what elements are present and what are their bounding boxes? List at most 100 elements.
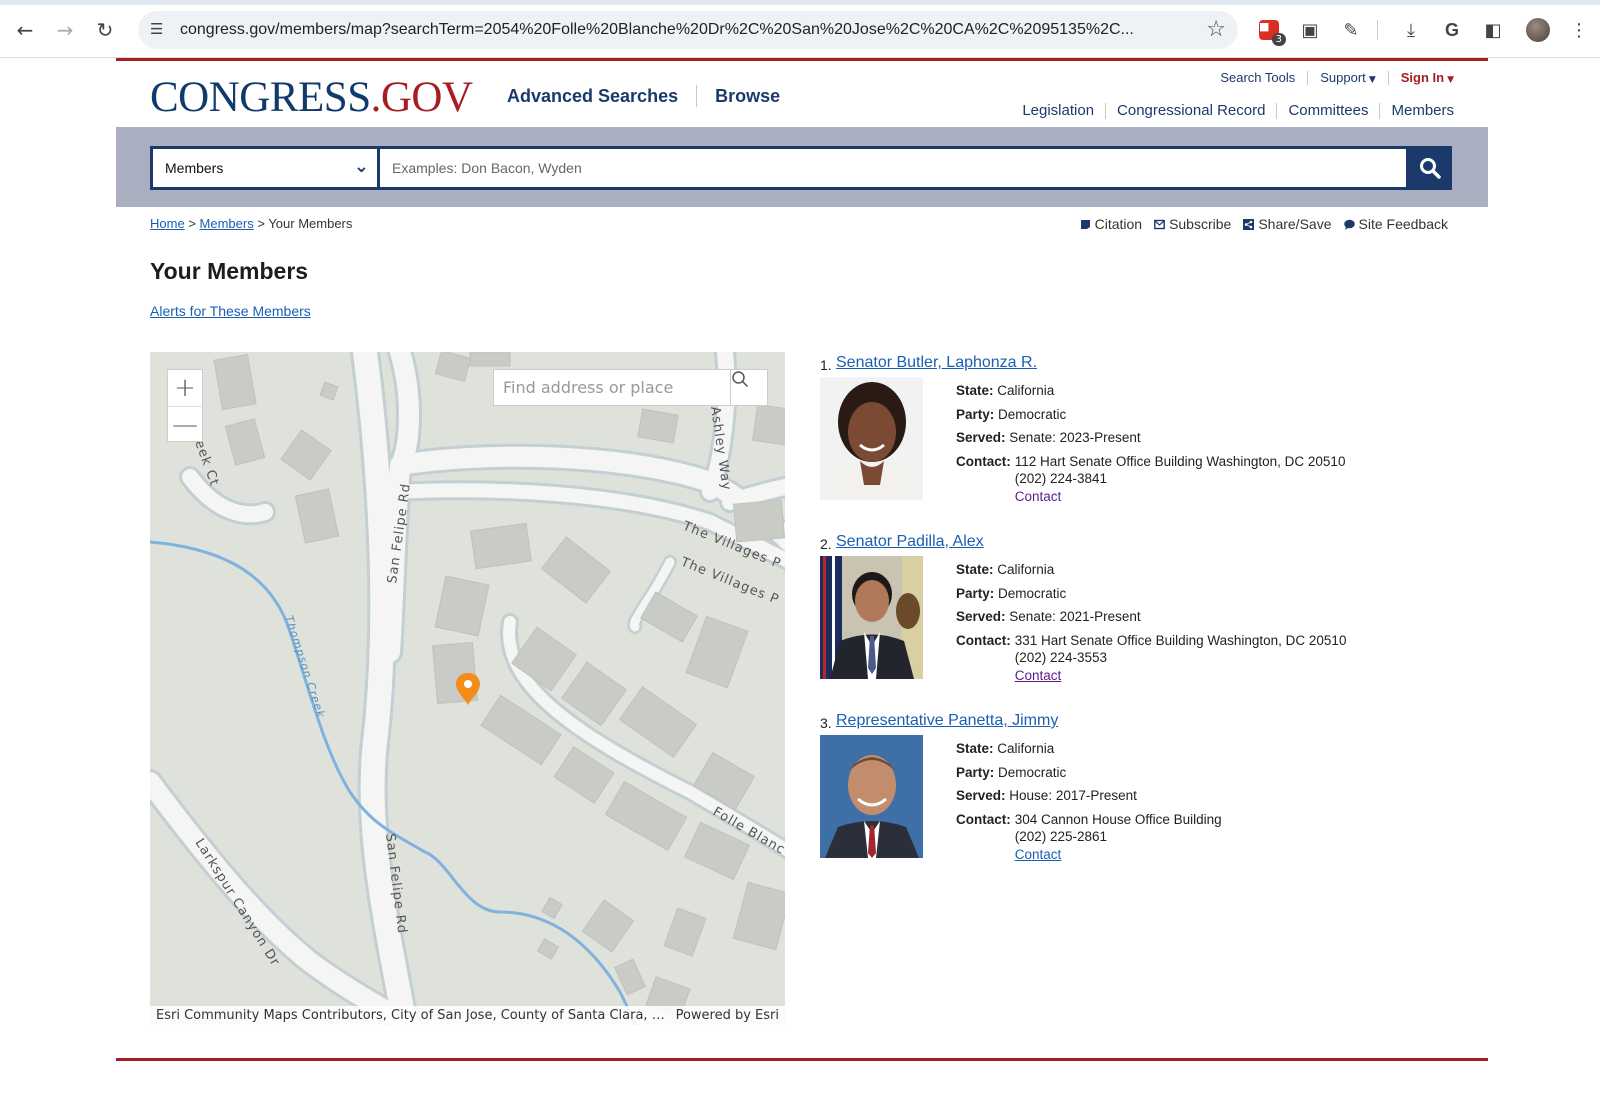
state-label: State:	[956, 562, 994, 577]
kebab-menu-icon[interactable]: ⋮	[1566, 17, 1592, 43]
site-info-icon[interactable]: ☰	[150, 20, 170, 40]
served-label: Served:	[956, 430, 1006, 445]
nav-divider	[696, 85, 698, 107]
forward-icon[interactable]: →	[52, 17, 78, 43]
map-search	[493, 369, 768, 406]
subscribe-button[interactable]: Subscribe	[1154, 216, 1231, 232]
google-icon[interactable]: G	[1439, 17, 1465, 43]
zoom-controls: + —	[167, 369, 203, 442]
reload-icon[interactable]: ↻	[92, 17, 118, 43]
download-icon[interactable]: ⤓	[1398, 17, 1424, 43]
alerts-link[interactable]: Alerts for These Members	[150, 303, 311, 319]
contact-link[interactable]: Contact	[1015, 668, 1062, 683]
collection-select-value: Members	[165, 160, 224, 176]
extension-badge: 3	[1271, 33, 1286, 46]
contact-address: 304 Cannon House Office Building	[1014, 811, 1222, 827]
served-value: Senate: 2023-Present	[1009, 430, 1141, 445]
contact-link[interactable]: Contact	[1015, 847, 1062, 862]
extension-icon[interactable]: ▣	[1297, 17, 1323, 43]
zoom-out-icon[interactable]: —	[168, 406, 202, 442]
logo-gov: GOV	[380, 74, 473, 121]
member-name-link[interactable]: Senator Butler, Laphonza R.	[836, 354, 1037, 372]
member-photo[interactable]	[820, 735, 923, 858]
search-icon	[1420, 158, 1441, 179]
attribution-text[interactable]: Esri Community Maps Contributors, City o…	[156, 1008, 666, 1023]
side-panel-icon[interactable]: ◧	[1480, 17, 1506, 43]
page-tools: Citation Subscribe Share/Save Site Feedb…	[1080, 216, 1448, 232]
member-info: State: California Party: Democratic Serv…	[956, 379, 1345, 505]
served-value: House: 2017-Present	[1009, 788, 1137, 803]
map-canvas[interactable]: eek Ct San Felipe Rd San Felipe Rd Ashle…	[150, 352, 785, 1025]
state-value: California	[997, 383, 1055, 398]
nav-legislation[interactable]: Legislation	[1022, 102, 1094, 119]
nav-members[interactable]: Members	[1391, 102, 1454, 119]
search-band: Members ⌄	[116, 127, 1488, 207]
puzzle-extensions-icon[interactable]: ✎	[1338, 17, 1364, 43]
members-map[interactable]: eek Ct San Felipe Rd San Felipe Rd Ashle…	[150, 352, 785, 1025]
breadcrumb-separator: >	[188, 216, 196, 231]
main-nav: Advanced Searches Browse	[507, 85, 780, 107]
party-value: Democratic	[998, 764, 1067, 780]
member-portrait	[820, 735, 923, 858]
state-label: State:	[956, 383, 994, 398]
member-photo[interactable]	[820, 377, 923, 500]
served-label: Served:	[956, 609, 1006, 624]
map-search-input[interactable]	[494, 370, 731, 405]
member-info: State: California Party: Democratic Serv…	[956, 558, 1346, 684]
member-name-link[interactable]: Senator Padilla, Alex	[836, 533, 984, 551]
contact-label: Contact:	[956, 632, 1011, 648]
nav-browse[interactable]: Browse	[715, 86, 780, 107]
profile-avatar[interactable]	[1526, 18, 1550, 42]
member-name-link[interactable]: Representative Panetta, Jimmy	[836, 712, 1058, 730]
footer-rule	[116, 1058, 1488, 1061]
extension-red-icon[interactable]: ■ 3	[1256, 17, 1286, 46]
map-attribution: Esri Community Maps Contributors, City o…	[150, 1006, 785, 1025]
map-search-button[interactable]	[730, 370, 767, 405]
address-bar[interactable]: ☰ congress.gov/members/map?searchTerm=20…	[138, 11, 1238, 49]
breadcrumb: Home > Members > Your Members	[150, 216, 352, 231]
served-value: Senate: 2021-Present	[1009, 609, 1141, 624]
share-save-button[interactable]: Share/Save	[1243, 216, 1332, 232]
party-value: Democratic	[998, 585, 1067, 601]
util-divider	[1387, 70, 1389, 85]
contact-link[interactable]: Contact	[1015, 489, 1062, 504]
search-box: Members ⌄	[150, 146, 1452, 190]
back-icon[interactable]: ←	[12, 17, 38, 43]
contact-phone: (202) 225-2861	[1014, 829, 1108, 844]
secnav-divider	[1105, 102, 1107, 119]
nav-committees[interactable]: Committees	[1288, 102, 1368, 119]
search-button[interactable]	[1408, 146, 1452, 190]
breadcrumb-home[interactable]: Home	[150, 216, 185, 231]
secnav-divider	[1379, 102, 1381, 119]
citation-icon	[1080, 219, 1090, 229]
logo-text: CONGRESS	[150, 74, 371, 121]
chevron-down-icon: ⌄	[353, 156, 369, 177]
powered-by-esri[interactable]: Powered by Esri	[676, 1008, 779, 1023]
page-container: CONGRESS.GOV Advanced Searches Browse Se…	[116, 58, 1488, 1100]
member-number: 2.	[820, 536, 832, 552]
contact-phone: (202) 224-3841	[1014, 471, 1108, 486]
url-text[interactable]: congress.gov/members/map?searchTerm=2054…	[180, 21, 1180, 39]
logo-dot: .	[370, 74, 382, 121]
bookmark-star-icon[interactable]: ☆	[1206, 17, 1226, 42]
congress-gov-logo[interactable]: CONGRESS.GOV	[150, 73, 473, 122]
toolbar-divider	[1377, 20, 1378, 40]
support-menu[interactable]: Support ▼	[1320, 70, 1375, 85]
citation-button[interactable]: Citation	[1080, 216, 1142, 232]
member-photo[interactable]	[820, 556, 923, 679]
collection-select[interactable]: Members ⌄	[153, 149, 377, 187]
breadcrumb-members[interactable]: Members	[200, 216, 254, 231]
site-feedback-button[interactable]: Site Feedback	[1343, 216, 1448, 232]
browser-toolbar: ← → ↻ ☰ congress.gov/members/map?searchT…	[0, 0, 1600, 58]
zoom-in-icon[interactable]: +	[168, 370, 202, 406]
nav-congressional-record[interactable]: Congressional Record	[1117, 102, 1265, 119]
nav-advanced-searches[interactable]: Advanced Searches	[507, 86, 678, 107]
street-label: Larkspur Canyon Dr	[192, 836, 283, 969]
member-info: State: California Party: Democratic Serv…	[956, 737, 1222, 863]
member-number: 1.	[820, 357, 832, 373]
search-tools-link[interactable]: Search Tools	[1220, 70, 1295, 85]
support-label: Support	[1320, 70, 1366, 85]
sign-in-menu[interactable]: Sign In ▼	[1401, 70, 1454, 85]
search-input[interactable]	[380, 149, 1406, 187]
state-label: State:	[956, 741, 994, 756]
